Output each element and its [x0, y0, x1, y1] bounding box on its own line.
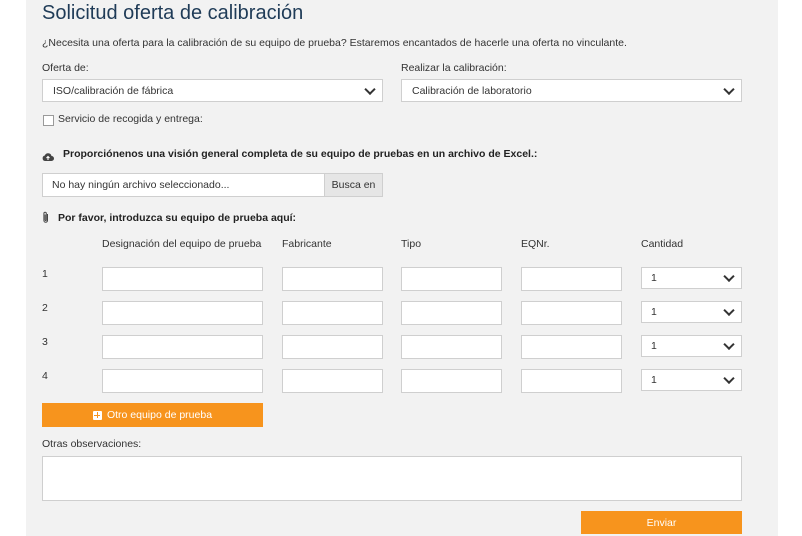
eqnr-input[interactable]	[521, 335, 622, 359]
quantity-select[interactable]: 1	[641, 335, 742, 357]
paperclip-icon	[42, 211, 50, 224]
eqnr-input[interactable]	[521, 369, 622, 393]
column-header-type: Tipo	[401, 238, 422, 250]
offer-label: Oferta de:	[42, 62, 89, 74]
column-header-designation: Designación del equipo de prueba	[102, 238, 262, 250]
designation-input[interactable]	[102, 335, 263, 359]
column-header-quantity: Cantidad	[641, 238, 684, 250]
browse-button[interactable]: Busca en	[324, 173, 383, 197]
excel-heading: Proporciónenos una visión general comple…	[63, 148, 538, 160]
offer-select-value: ISO/calibración de fábrica	[53, 84, 174, 97]
remarks-label: Otras observaciones:	[42, 438, 142, 450]
plus-square-icon	[92, 410, 102, 420]
file-name-display: No hay ningún archivo seleccionado...	[42, 173, 326, 197]
quantity-select[interactable]: 1	[641, 301, 742, 323]
type-input[interactable]	[401, 301, 502, 325]
designation-input[interactable]	[102, 369, 263, 393]
quantity-value: 1	[651, 340, 657, 352]
chevron-down-icon	[723, 304, 735, 317]
row-number: 3	[42, 336, 48, 348]
quantity-value: 1	[651, 374, 657, 386]
page-title: Solicitud oferta de calibración	[42, 2, 304, 24]
calibration-label: Realizar la calibración:	[401, 62, 507, 74]
file-status-text: No hay ningún archivo seleccionado...	[52, 179, 230, 191]
chevron-down-icon	[723, 338, 735, 351]
manufacturer-input[interactable]	[282, 267, 383, 291]
submit-button[interactable]: Enviar	[581, 511, 742, 534]
manufacturer-input[interactable]	[282, 369, 383, 393]
row-number: 4	[42, 370, 48, 382]
manufacturer-input[interactable]	[282, 301, 383, 325]
quantity-value: 1	[651, 272, 657, 284]
pickup-label: Servicio de recogida y entrega:	[58, 113, 203, 125]
quantity-select[interactable]: 1	[641, 369, 742, 391]
designation-input[interactable]	[102, 267, 263, 291]
designation-input[interactable]	[102, 301, 263, 325]
type-input[interactable]	[401, 267, 502, 291]
add-equipment-label: Otro equipo de prueba	[106, 409, 213, 421]
column-header-eqnr: EQNr.	[521, 238, 550, 250]
intro-text: ¿Necesita una oferta para la calibración…	[42, 37, 627, 49]
type-input[interactable]	[401, 369, 502, 393]
equipment-heading: Por favor, introduzca su equipo de prueb…	[58, 212, 297, 224]
manufacturer-input[interactable]	[282, 335, 383, 359]
quantity-select[interactable]: 1	[641, 267, 742, 289]
calibration-select-value: Calibración de laboratorio	[412, 84, 532, 97]
pickup-checkbox[interactable]	[43, 115, 54, 126]
row-number: 2	[42, 302, 48, 314]
chevron-down-icon	[723, 270, 735, 283]
eqnr-input[interactable]	[521, 301, 622, 325]
remarks-textarea[interactable]	[42, 456, 742, 501]
cloud-upload-icon	[42, 149, 54, 161]
add-equipment-button[interactable]: Otro equipo de prueba	[42, 403, 263, 427]
calibration-select[interactable]: Calibración de laboratorio	[401, 79, 742, 102]
chevron-down-icon	[364, 83, 376, 95]
quantity-value: 1	[651, 306, 657, 318]
chevron-down-icon	[723, 372, 735, 385]
chevron-down-icon	[723, 83, 735, 95]
row-number: 1	[42, 268, 48, 280]
eqnr-input[interactable]	[521, 267, 622, 291]
offer-select[interactable]: ISO/calibración de fábrica	[42, 79, 383, 102]
type-input[interactable]	[401, 335, 502, 359]
column-header-manufacturer: Fabricante	[282, 238, 332, 250]
